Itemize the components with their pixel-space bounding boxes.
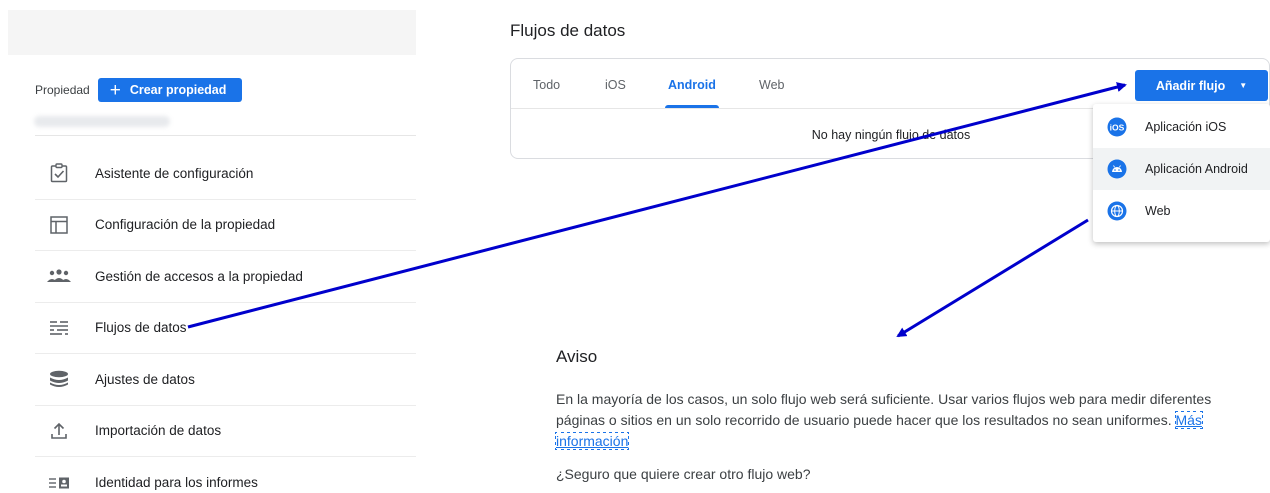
divider	[35, 135, 416, 136]
menu-item-ios-app[interactable]: iOS Aplicación iOS	[1093, 106, 1270, 148]
property-label: Propiedad	[35, 83, 90, 97]
nav-item-label: Configuración de la propiedad	[95, 217, 276, 233]
nav-item-label: Asistente de configuración	[95, 165, 254, 181]
menu-item-android-app[interactable]: Aplicación Android	[1093, 148, 1270, 190]
page-title: Flujos de datos	[510, 21, 626, 40]
tab-all[interactable]: Todo	[533, 59, 560, 92]
nav-item-data-settings[interactable]: Ajustes de datos	[35, 354, 416, 406]
svg-text:iOS: iOS	[1110, 123, 1125, 133]
data-streams-icon	[47, 316, 71, 340]
nav-item-label: Gestión de accesos a la propiedad	[95, 268, 303, 284]
android-icon	[1107, 159, 1127, 179]
property-nav: Asistente de configuración Configuración…	[35, 148, 416, 493]
nav-item-access-management[interactable]: Gestión de accesos a la propiedad	[35, 251, 416, 303]
people-icon	[47, 264, 71, 288]
notice-question: ¿Seguro que quiere crear otro flujo web?	[556, 466, 811, 482]
layout-icon	[47, 213, 71, 237]
notice-title: Aviso	[556, 347, 598, 366]
nav-item-label: Identidad para los informes	[95, 475, 258, 491]
notice-body: En la mayoría de los casos, un solo fluj…	[555, 389, 1246, 452]
tab-android[interactable]: Android	[665, 59, 719, 108]
add-stream-label: Añadir flujo	[1155, 78, 1226, 93]
menu-item-web[interactable]: Web	[1093, 190, 1270, 232]
property-name-redacted	[34, 116, 170, 127]
create-property-label: Crear propiedad	[129, 83, 227, 97]
tab-web[interactable]: Web	[759, 59, 784, 92]
property-row: Propiedad + Crear propiedad	[35, 78, 243, 102]
reporting-identity-icon	[47, 471, 71, 493]
menu-item-label: Web	[1145, 204, 1171, 218]
clipboard-check-icon	[47, 161, 71, 185]
nav-item-setup-assistant[interactable]: Asistente de configuración	[35, 148, 416, 200]
plus-icon: +	[109, 79, 121, 101]
menu-item-label: Aplicación iOS	[1145, 120, 1227, 134]
create-property-button[interactable]: + Crear propiedad	[97, 78, 243, 102]
caret-down-icon: ▼	[1239, 81, 1248, 90]
ios-icon: iOS	[1107, 117, 1127, 137]
nav-item-data-import[interactable]: Importación de datos	[35, 406, 416, 457]
left-header-bar	[8, 10, 416, 55]
nav-item-reporting-identity[interactable]: Identidad para los informes	[35, 457, 416, 493]
nav-item-label: Flujos de datos	[95, 320, 187, 336]
notice-text: En la mayoría de los casos, un solo fluj…	[556, 391, 1212, 428]
tab-ios[interactable]: iOS	[605, 59, 626, 92]
nav-item-data-streams[interactable]: Flujos de datos	[35, 303, 416, 354]
arrow-web-to-notice	[896, 218, 1089, 338]
nav-item-label: Ajustes de datos	[95, 371, 195, 387]
add-stream-menu: iOS Aplicación iOS Aplicación Android We…	[1093, 104, 1270, 242]
nav-item-property-settings[interactable]: Configuración de la propiedad	[35, 200, 416, 251]
nav-item-label: Importación de datos	[95, 423, 222, 439]
add-stream-button[interactable]: Añadir flujo ▼	[1135, 70, 1268, 101]
upload-icon	[47, 419, 71, 443]
menu-item-label: Aplicación Android	[1145, 162, 1248, 176]
database-icon	[47, 367, 71, 391]
globe-icon	[1107, 201, 1127, 221]
